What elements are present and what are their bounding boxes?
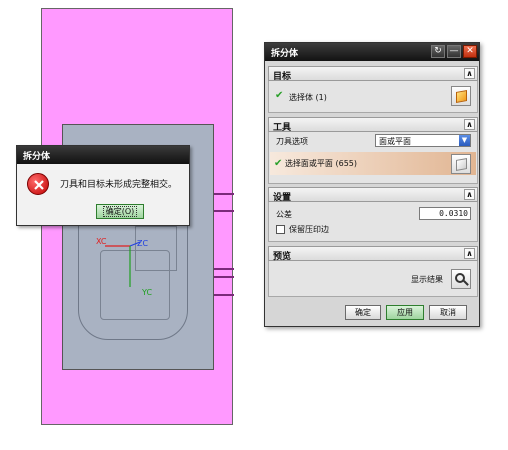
zc-label: ZC: [137, 239, 149, 248]
section-tool-header[interactable]: 工具 ∧: [268, 117, 478, 133]
error-message: 刀具和目标未形成完整相交。: [60, 180, 178, 190]
minimize-icon[interactable]: —: [447, 45, 461, 58]
check-icon: ✔: [275, 90, 284, 101]
section-settings-header[interactable]: 设置 ∧: [268, 187, 478, 203]
error-dialog: 拆分体 刀具和目标未形成完整相交。 确定(O): [16, 145, 190, 226]
select-body-label[interactable]: 选择体 (1): [289, 92, 327, 103]
tool-option-select[interactable]: 面或平面 ▼: [375, 134, 471, 147]
show-result-label: 显示结果: [411, 275, 443, 284]
collapse-chevron-icon[interactable]: ∧: [464, 68, 475, 79]
split-dialog-title-text: 拆分体: [271, 49, 299, 59]
apply-button[interactable]: 应用: [386, 305, 424, 320]
xc-label: XC: [96, 237, 107, 246]
keep-imprint-label: 保留压印边: [289, 225, 329, 234]
tool-option-value: 面或平面: [379, 137, 411, 146]
section-target-header[interactable]: 目标 ∧: [268, 66, 478, 82]
keep-imprint-checkbox[interactable]: [276, 225, 285, 234]
yc-label: YC: [142, 288, 153, 297]
check-icon: ✔: [274, 158, 283, 169]
select-face-row[interactable]: ✔ 选择面或平面 (655): [270, 152, 476, 175]
reset-icon[interactable]: ↻: [431, 45, 445, 58]
section-preview-body: 显示结果: [268, 261, 478, 297]
select-face-button[interactable]: [451, 154, 471, 174]
error-ok-label: 确定(O): [102, 206, 138, 217]
select-face-label: 选择面或平面 (655): [284, 159, 357, 168]
tool-option-label: 刀具选项: [276, 137, 308, 146]
error-icon: [27, 173, 49, 195]
section-settings-body: 公差 0.0310 保留压印边: [268, 202, 478, 242]
tolerance-input[interactable]: 0.0310: [419, 207, 471, 220]
select-body-button[interactable]: [451, 86, 471, 106]
error-dialog-title: 拆分体: [17, 146, 189, 164]
edge-line: [214, 276, 234, 278]
collapse-chevron-icon[interactable]: ∧: [464, 189, 475, 200]
edge-line: [214, 193, 234, 195]
edge-line: [214, 210, 234, 212]
edge-line: [214, 268, 234, 270]
cube-icon: [456, 158, 467, 171]
edge-line: [214, 294, 234, 296]
collapse-chevron-icon[interactable]: ∧: [464, 119, 475, 130]
cancel-button[interactable]: 取消: [429, 305, 467, 320]
collapse-chevron-icon[interactable]: ∧: [464, 248, 475, 259]
error-ok-button[interactable]: 确定(O): [96, 204, 144, 219]
ok-button[interactable]: 确定: [345, 305, 381, 320]
show-result-button[interactable]: [451, 269, 471, 289]
section-target-body: ✔ 选择体 (1): [268, 81, 478, 113]
split-body-dialog: 拆分体 ↻ — ✕ 目标 ∧ ✔ 选择体 (1) 工具 ∧ 刀具选项 面或平面 …: [264, 42, 480, 327]
section-preview-header[interactable]: 预览 ∧: [268, 246, 478, 262]
chevron-down-icon[interactable]: ▼: [459, 135, 470, 146]
cube-icon: [456, 90, 467, 103]
section-tool-body: 刀具选项 面或平面 ▼ ✔ 选择面或平面 (655): [268, 132, 478, 184]
close-icon[interactable]: ✕: [463, 45, 477, 58]
tolerance-label: 公差: [276, 210, 292, 219]
